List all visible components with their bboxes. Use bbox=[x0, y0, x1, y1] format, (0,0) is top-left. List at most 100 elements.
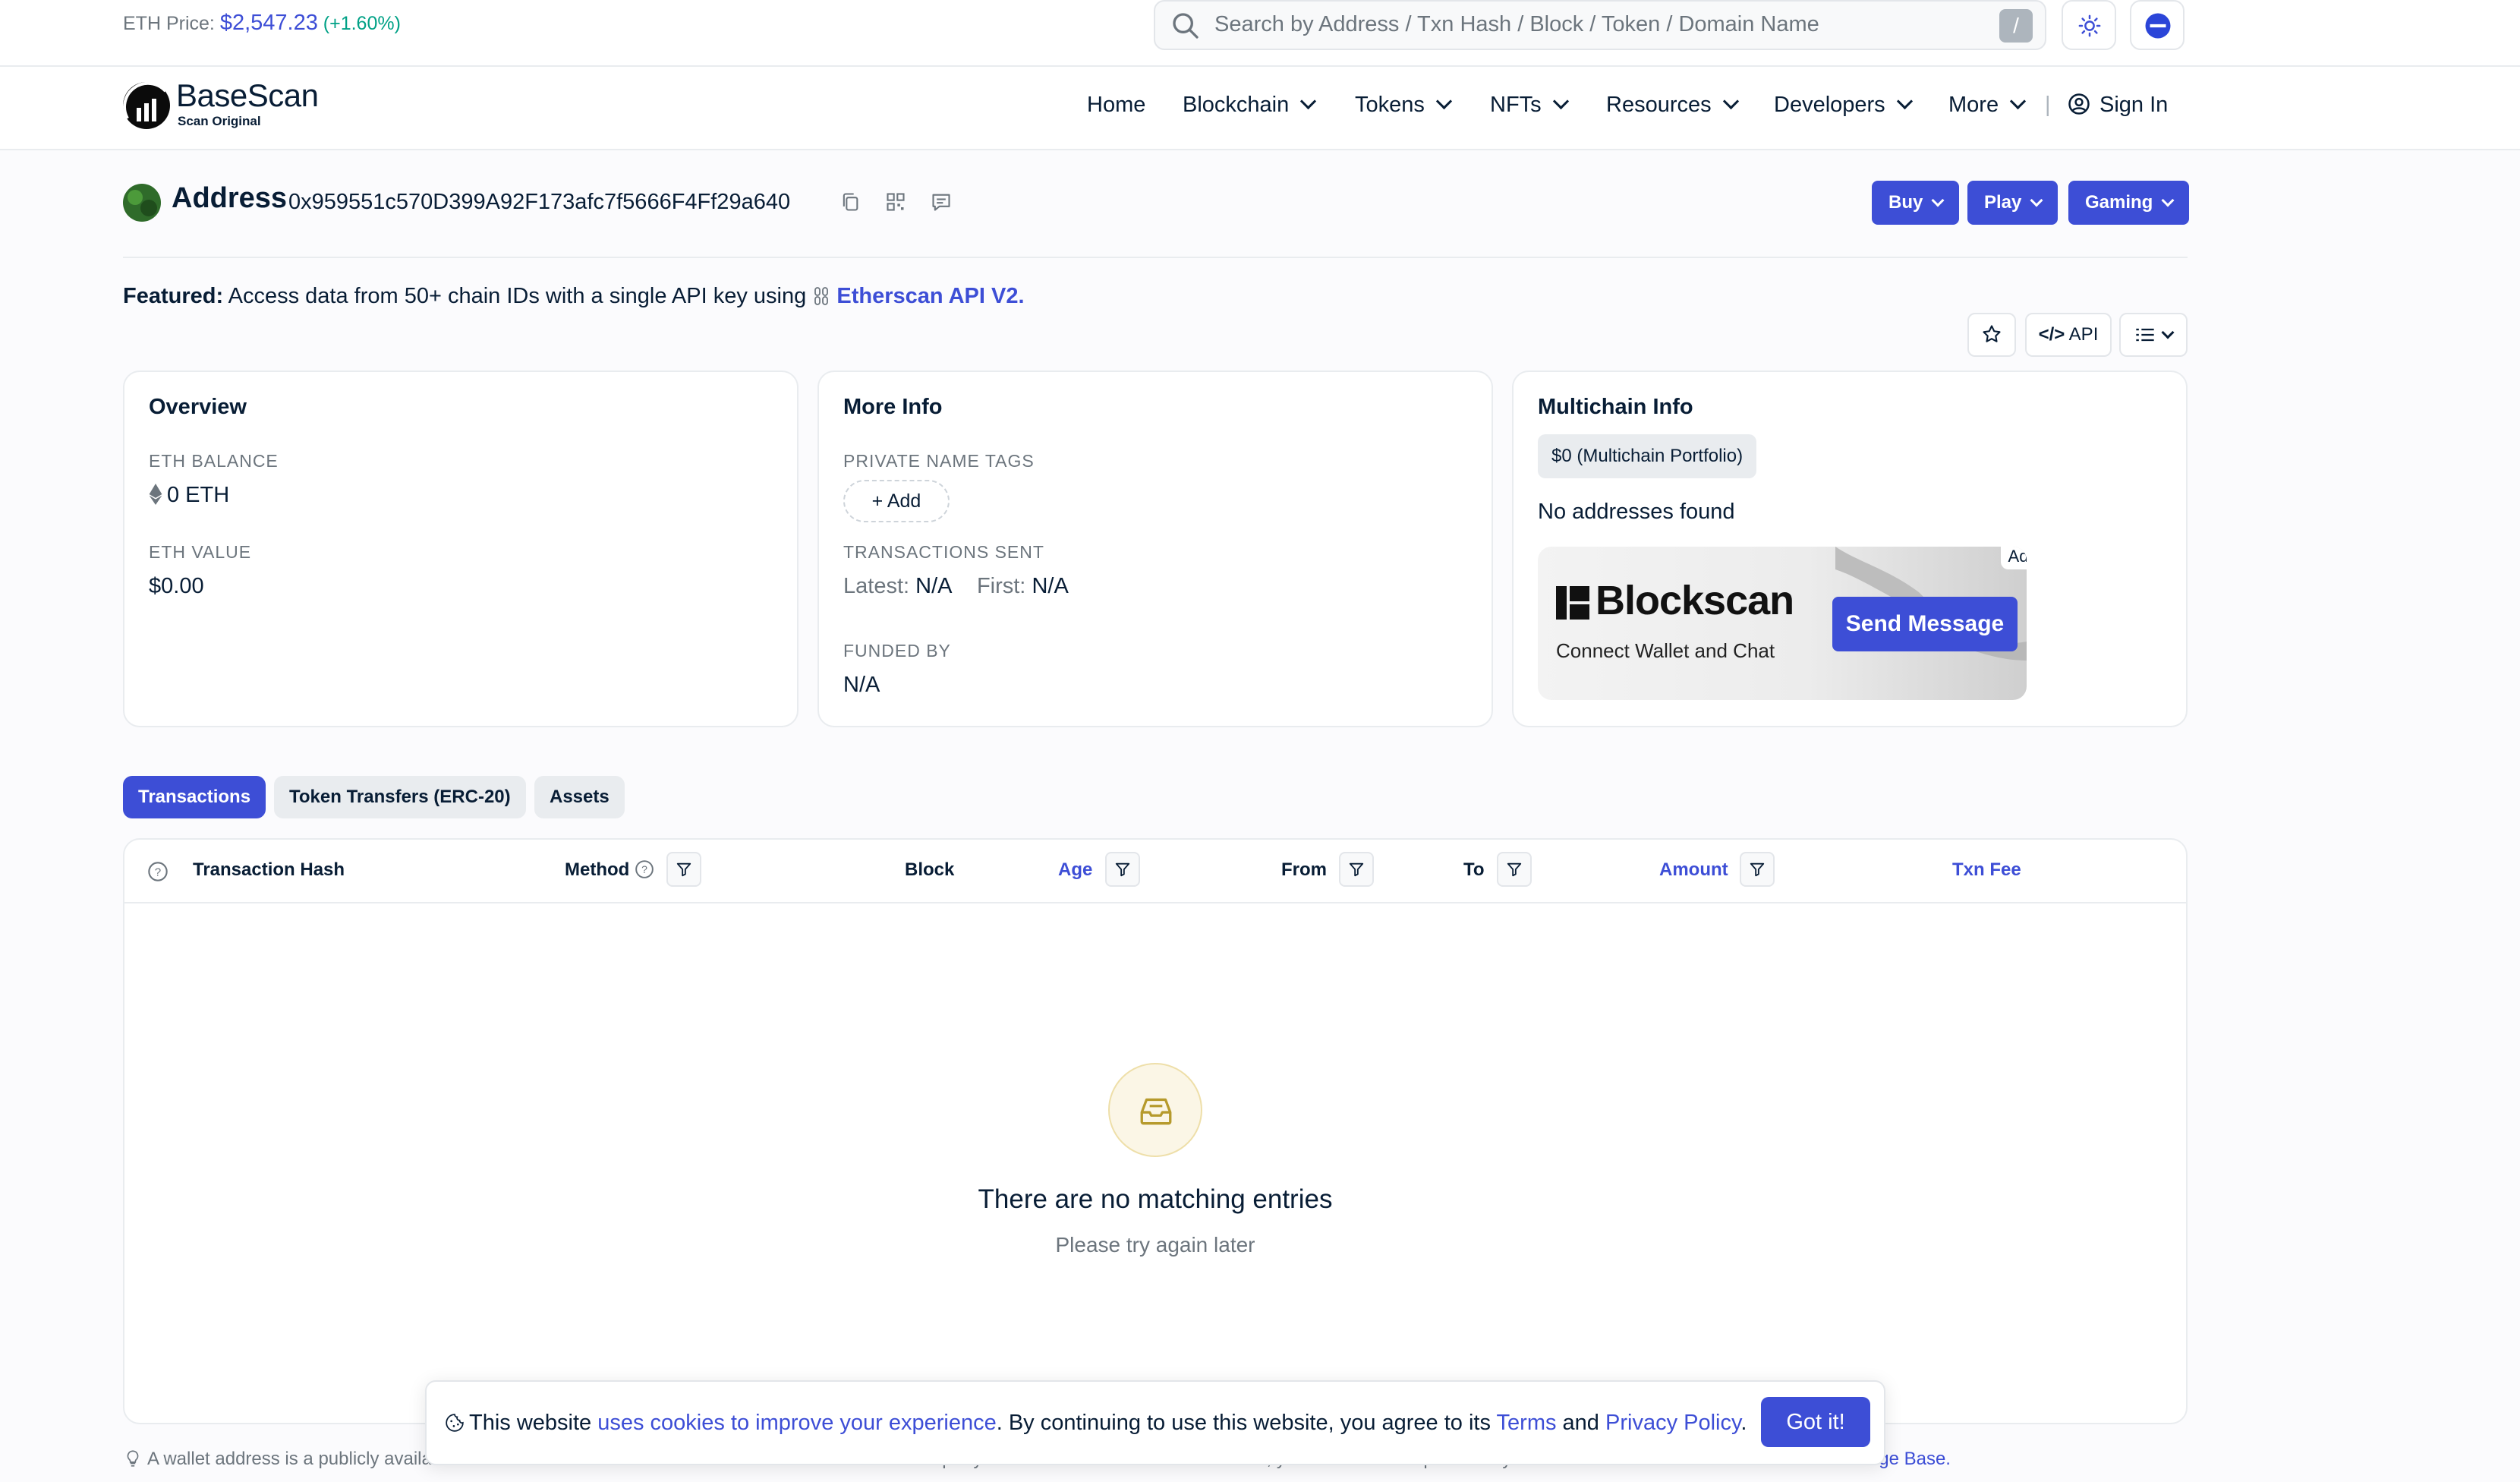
svg-text:?: ? bbox=[641, 863, 647, 875]
first-label: First: bbox=[976, 574, 1026, 598]
network-button[interactable] bbox=[2130, 0, 2185, 50]
base-network-icon bbox=[2145, 13, 2171, 39]
chevron-down-icon bbox=[1896, 93, 1913, 110]
comment-icon[interactable] bbox=[931, 191, 952, 213]
help-icon[interactable]: ? bbox=[635, 859, 654, 879]
cookie-text-2: . By continuing to use this website, you… bbox=[996, 1411, 1491, 1435]
multichain-portfolio-button[interactable]: $0 (Multichain Portfolio) bbox=[1538, 434, 1757, 478]
filter-icon bbox=[1115, 862, 1130, 877]
plus-icon: + bbox=[871, 490, 884, 512]
to-filter-button[interactable] bbox=[1497, 852, 1532, 887]
ad-send-message-button: Send Message bbox=[1832, 597, 2018, 651]
nav-nfts[interactable]: NFTs bbox=[1490, 93, 1569, 118]
nav-developers-label: Developers bbox=[1774, 93, 1885, 117]
nav-tokens-label: Tokens bbox=[1355, 93, 1425, 117]
featured-text: Access data from 50+ chain IDs with a si… bbox=[228, 284, 807, 308]
sign-in-label: Sign In bbox=[2099, 93, 2169, 117]
col-transaction-hash: Transaction Hash bbox=[193, 859, 345, 880]
col-from: From bbox=[1281, 859, 1327, 880]
tab-transactions[interactable]: Transactions bbox=[123, 776, 266, 818]
from-filter-button[interactable] bbox=[1339, 852, 1374, 887]
cookie-text-1: This website bbox=[469, 1411, 592, 1435]
blockscan-logo-icon bbox=[1556, 586, 1589, 620]
eth-balance-label: ETH BALANCE bbox=[149, 451, 279, 471]
chevron-down-icon bbox=[1931, 194, 1945, 207]
search-shortcut-key: / bbox=[1999, 9, 2033, 43]
etherscan-api-link[interactable]: Etherscan API V2. bbox=[836, 284, 1024, 308]
buy-button[interactable]: Buy bbox=[1872, 181, 1960, 225]
nav-developers[interactable]: Developers bbox=[1774, 93, 1913, 118]
qr-code-icon[interactable] bbox=[885, 191, 906, 213]
blockscan-ad[interactable]: Blockscan Connect Wallet and Chat Send M… bbox=[1538, 547, 2027, 700]
nav-more[interactable]: More bbox=[1948, 93, 2027, 118]
latest-value: N/A bbox=[915, 574, 951, 598]
help-icon[interactable]: ? bbox=[147, 861, 169, 882]
overview-card: Overview ETH BALANCE 0 ETH ETH VALUE $0.… bbox=[123, 370, 799, 727]
section-divider bbox=[123, 257, 2188, 258]
tx-sent-label: TRANSACTIONS SENT bbox=[843, 542, 1044, 562]
eth-price: ETH Price: $2,547.23 (+1.60%) bbox=[123, 11, 401, 36]
lightbulb-icon bbox=[127, 1450, 139, 1467]
gaming-label: Gaming bbox=[2085, 192, 2153, 213]
add-tag-button[interactable]: + Add bbox=[843, 480, 950, 522]
eth-value-label: ETH VALUE bbox=[149, 542, 252, 562]
col-txn-fee[interactable]: Txn Fee bbox=[1952, 859, 2021, 881]
tab-token-transfers[interactable]: Token Transfers (ERC-20) bbox=[274, 776, 526, 818]
favorite-button[interactable] bbox=[1967, 313, 2016, 357]
chevron-down-icon bbox=[2161, 326, 2175, 339]
private-tags-label: PRIVATE NAME TAGS bbox=[843, 451, 1035, 471]
play-button[interactable]: Play bbox=[1967, 181, 2059, 225]
filter-icon bbox=[1349, 862, 1364, 877]
method-filter-button[interactable] bbox=[666, 852, 701, 887]
svg-text:?: ? bbox=[155, 866, 161, 878]
chevron-down-icon bbox=[2009, 93, 2027, 110]
sign-in-link[interactable]: Sign In bbox=[2068, 93, 2168, 118]
terms-link[interactable]: Terms bbox=[1497, 1411, 1557, 1435]
nav-nfts-label: NFTs bbox=[1490, 93, 1542, 117]
nav-tokens[interactable]: Tokens bbox=[1355, 93, 1452, 118]
col-method: Method bbox=[565, 859, 630, 880]
logo-name[interactable]: BaseScan bbox=[176, 77, 319, 114]
multichain-title: Multichain Info bbox=[1538, 395, 1693, 419]
search-input[interactable]: Search by Address / Txn Hash / Block / T… bbox=[1154, 0, 2046, 50]
got-it-button[interactable]: Got it! bbox=[1761, 1397, 1870, 1447]
code-icon: </> bbox=[2038, 324, 2065, 345]
nav-resources[interactable]: Resources bbox=[1606, 93, 1739, 118]
chevron-down-icon bbox=[2161, 194, 2175, 207]
cookie-policy-link[interactable]: uses cookies to improve your experience bbox=[597, 1411, 996, 1435]
tab-assets[interactable]: Assets bbox=[534, 776, 625, 818]
nav-home[interactable]: Home bbox=[1087, 93, 1145, 118]
amount-filter-button[interactable] bbox=[1740, 852, 1775, 887]
nav-blockchain[interactable]: Blockchain bbox=[1183, 93, 1317, 118]
address-title: Address bbox=[172, 182, 288, 214]
more-info-title: More Info bbox=[843, 395, 943, 419]
ad-tag: Ad bbox=[2001, 547, 2027, 569]
more-options-button[interactable] bbox=[2119, 313, 2188, 357]
ad-brand: Blockscan bbox=[1595, 578, 1794, 623]
privacy-policy-link[interactable]: Privacy Policy bbox=[1605, 1411, 1740, 1435]
api-button[interactable]: </> API bbox=[2025, 313, 2112, 357]
more-info-card: More Info PRIVATE NAME TAGS + Add TRANSA… bbox=[817, 370, 1493, 727]
filter-icon bbox=[1507, 862, 1522, 877]
copy-icon[interactable] bbox=[839, 191, 861, 213]
cookie-text: This website uses cookies to improve you… bbox=[445, 1411, 1747, 1436]
table-header: ? Transaction Hash Method ? Block Age Fr… bbox=[124, 840, 2186, 903]
inbox-icon bbox=[1140, 1098, 1172, 1125]
address-avatar bbox=[123, 184, 161, 222]
col-age[interactable]: Age bbox=[1058, 859, 1092, 881]
age-filter-button[interactable] bbox=[1105, 852, 1140, 887]
ad-subtitle: Connect Wallet and Chat bbox=[1556, 639, 1775, 662]
top-bar: ETH Price: $2,547.23 (+1.60%) Search by … bbox=[0, 0, 2520, 67]
eth-price-value[interactable]: $2,547.23 bbox=[220, 11, 318, 35]
overview-title: Overview bbox=[149, 395, 247, 419]
theme-toggle-button[interactable] bbox=[2062, 0, 2116, 50]
eth-balance-amount: 0 ETH bbox=[167, 483, 230, 507]
gaming-button[interactable]: Gaming bbox=[2068, 181, 2190, 225]
list-icon bbox=[2136, 328, 2154, 342]
funded-by-value: N/A bbox=[843, 673, 880, 697]
star-icon bbox=[1983, 325, 2001, 342]
address-hash: 0x959551c570D399A92F173afc7f5666F4Ff29a6… bbox=[288, 190, 791, 214]
basescan-logo-icon[interactable] bbox=[121, 80, 172, 131]
play-label: Play bbox=[1984, 192, 2022, 213]
col-amount[interactable]: Amount bbox=[1659, 859, 1728, 881]
